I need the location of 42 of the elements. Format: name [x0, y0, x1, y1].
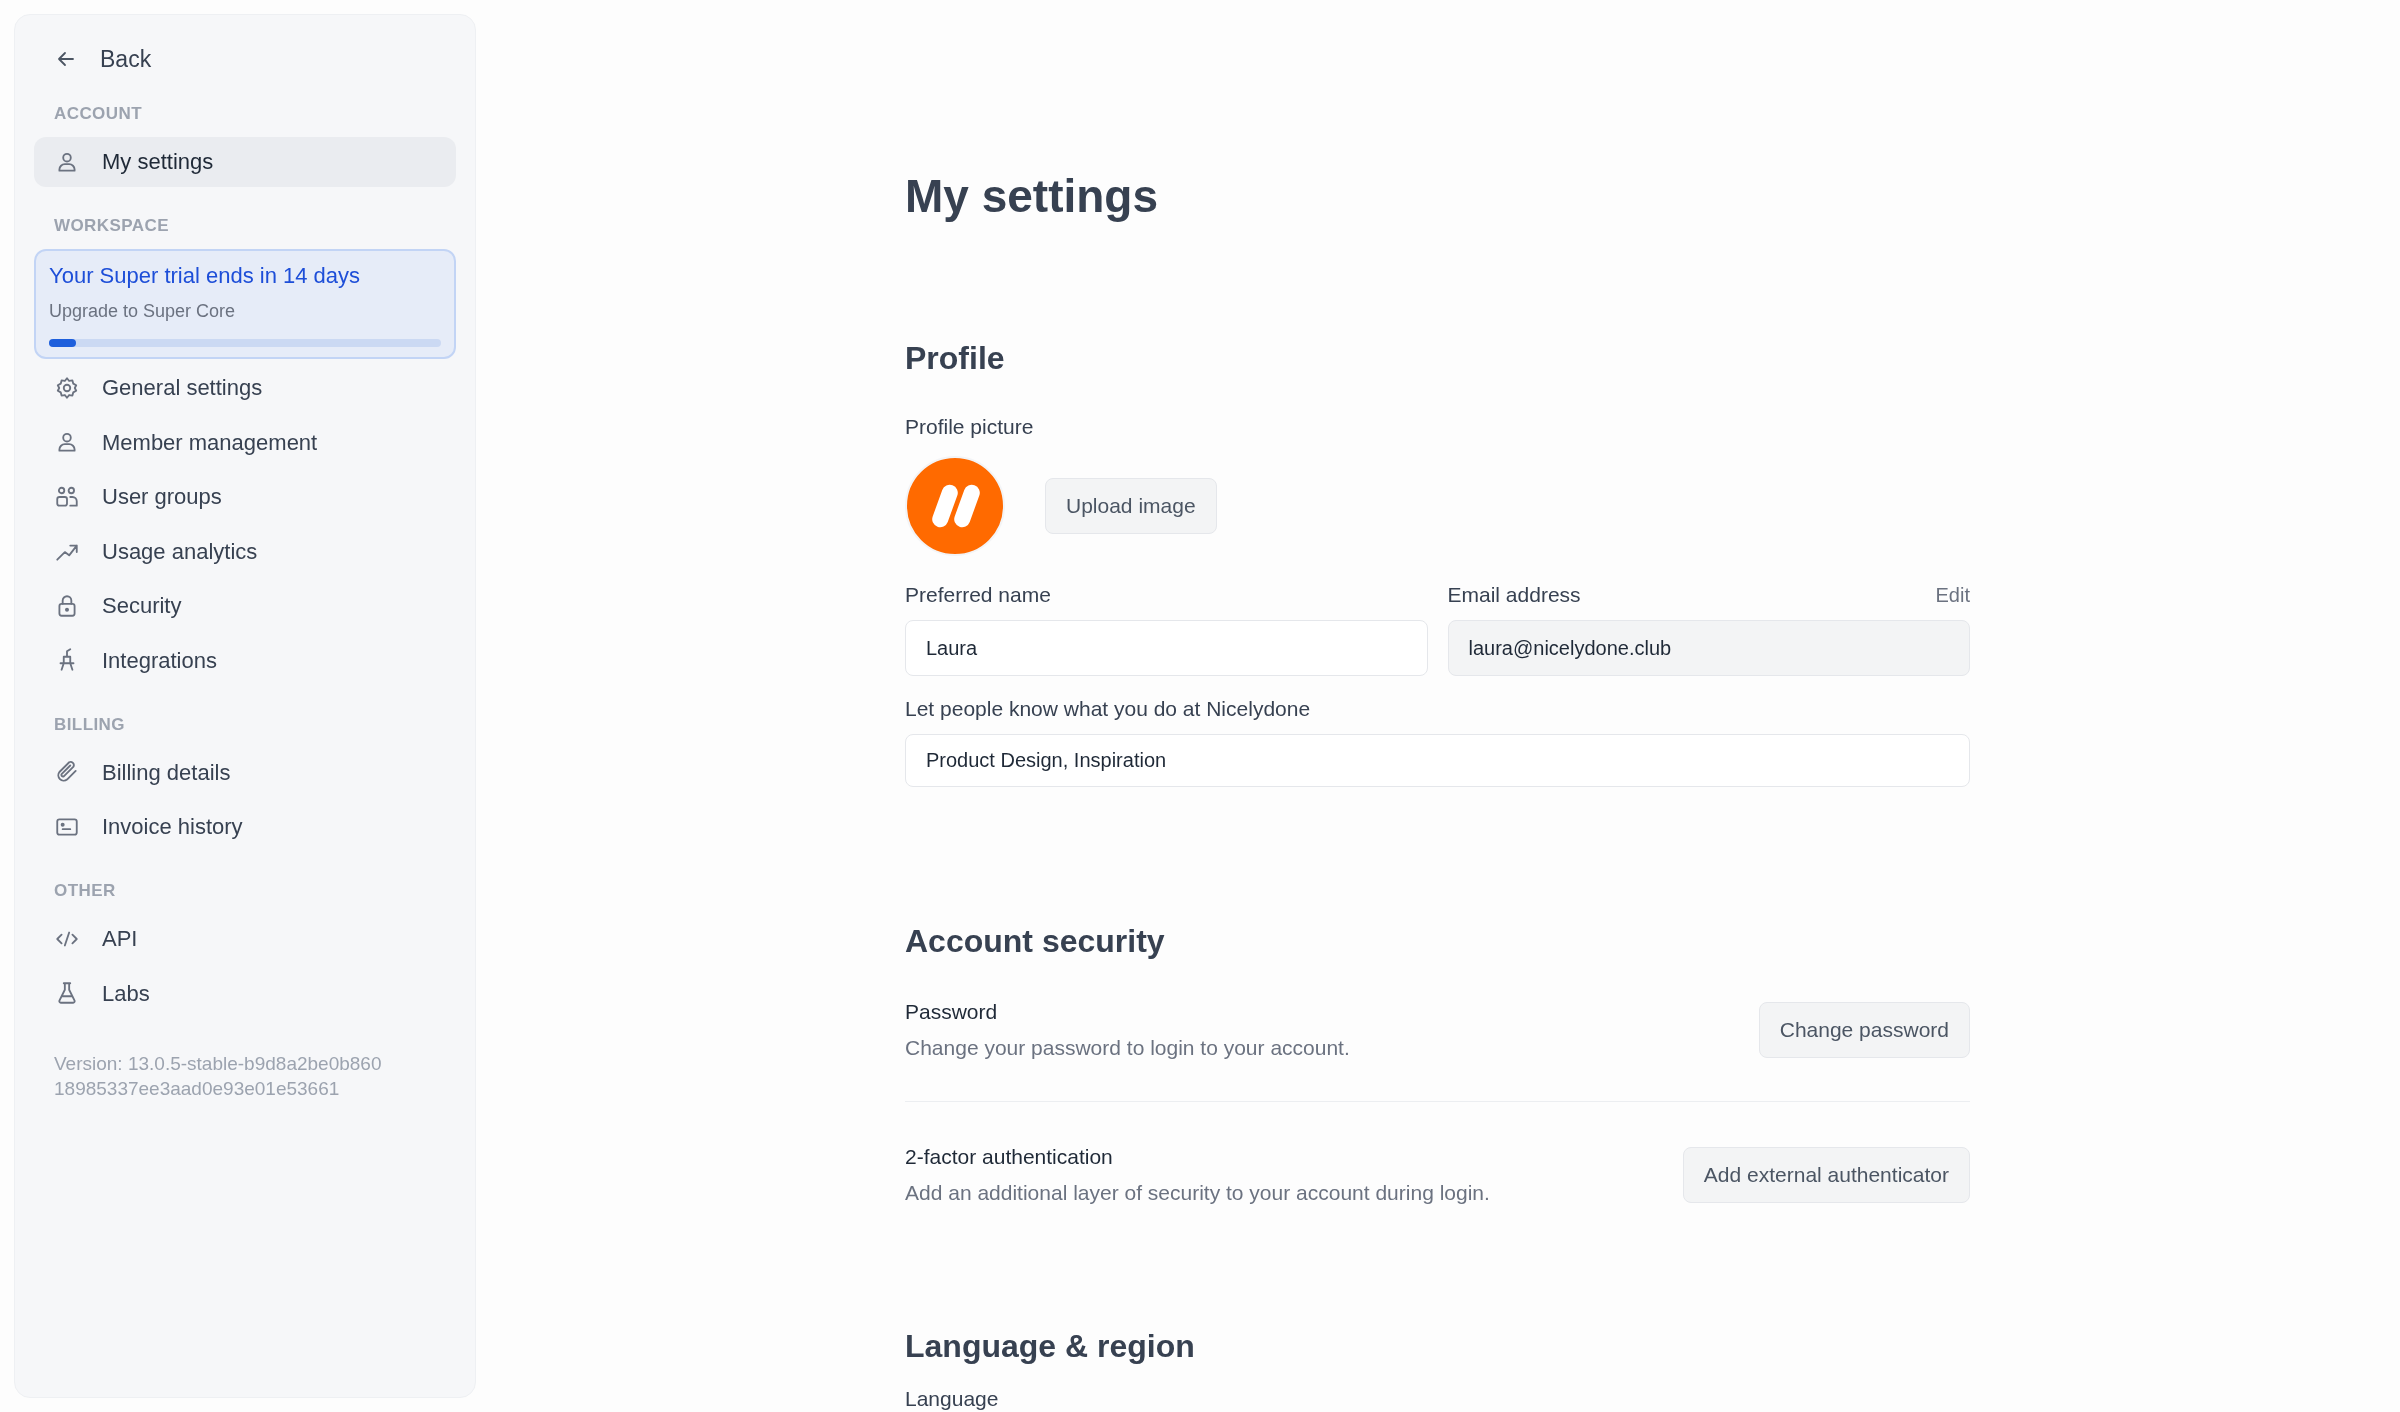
sidebar-item[interactable]: My settings — [34, 136, 456, 187]
section-title: Language & region — [905, 1327, 1196, 1366]
upload-image-button[interactable]: Upload image — [1045, 478, 1217, 534]
sidebar-item[interactable]: API — [34, 913, 456, 964]
field-label: Language — [905, 1386, 1000, 1412]
setting-description: Add an additional layer of security to your account during login. — [905, 1180, 1490, 1206]
trial-title: Your Super trial ends in 14 days — [49, 261, 362, 290]
setting-description: Change your password to login to your account. — [905, 1035, 1350, 1061]
sidebar-item[interactable]: Integrations — [34, 635, 456, 685]
sidebar-item[interactable]: Invoice history — [34, 801, 456, 852]
field-label: Email address — [1447, 582, 1581, 608]
section-heading: BILLING — [53, 713, 126, 736]
setting-title: Password — [905, 999, 999, 1025]
field-label: Let people know what you do at Nicelydone — [905, 696, 1312, 722]
name-input-field[interactable]: Laura — [905, 620, 1428, 676]
settings-icon — [54, 374, 80, 401]
role-input-field[interactable]: Product Design, Inspiration — [905, 734, 1970, 787]
field-label: Profile picture — [905, 414, 1035, 440]
email-input-field[interactable]: laura@nicelydone.club — [1447, 620, 1970, 676]
action-button[interactable]: Change password — [1758, 1002, 1970, 1058]
section-heading: OTHER — [53, 880, 117, 902]
action-button[interactable]: Add external authenticator — [1682, 1147, 1970, 1203]
sidebar-item[interactable]: Billing details — [34, 747, 456, 797]
sidebar-item[interactable]: User groups — [34, 471, 456, 522]
setting-title: 2-factor authentication — [905, 1144, 1114, 1170]
sidebar-item[interactable]: General settings — [34, 362, 456, 413]
sidebar-item[interactable]: Security — [34, 580, 456, 631]
section-heading: ACCOUNT — [53, 103, 143, 125]
section-title: Account security — [905, 922, 1166, 961]
trial-card[interactable]: Your Super trial ends in 14 days Upgrade to Super Core — [34, 248, 456, 359]
back-link[interactable]: Back — [34, 39, 456, 79]
trial-subtitle: Upgrade to Super Core — [49, 299, 237, 323]
section-title: Profile — [905, 339, 1006, 378]
sidebar-item[interactable]: Usage analytics — [34, 526, 456, 576]
section-heading: WORKSPACE — [53, 215, 170, 237]
page-title: My settings — [905, 169, 1160, 224]
edit-link[interactable]: Edit — [1935, 580, 1970, 610]
sidebar-item[interactable]: Member management — [34, 417, 456, 467]
field-label: Preferred name — [905, 582, 1052, 608]
sidebar-item[interactable]: Labs — [34, 968, 456, 1018]
version-text: Version: 13.0.5-stable-b9d8a2be0b860 18985337ee3aad0e93e01e53661 — [53, 1051, 383, 1101]
avatar-logo-icon — [905, 456, 1005, 556]
